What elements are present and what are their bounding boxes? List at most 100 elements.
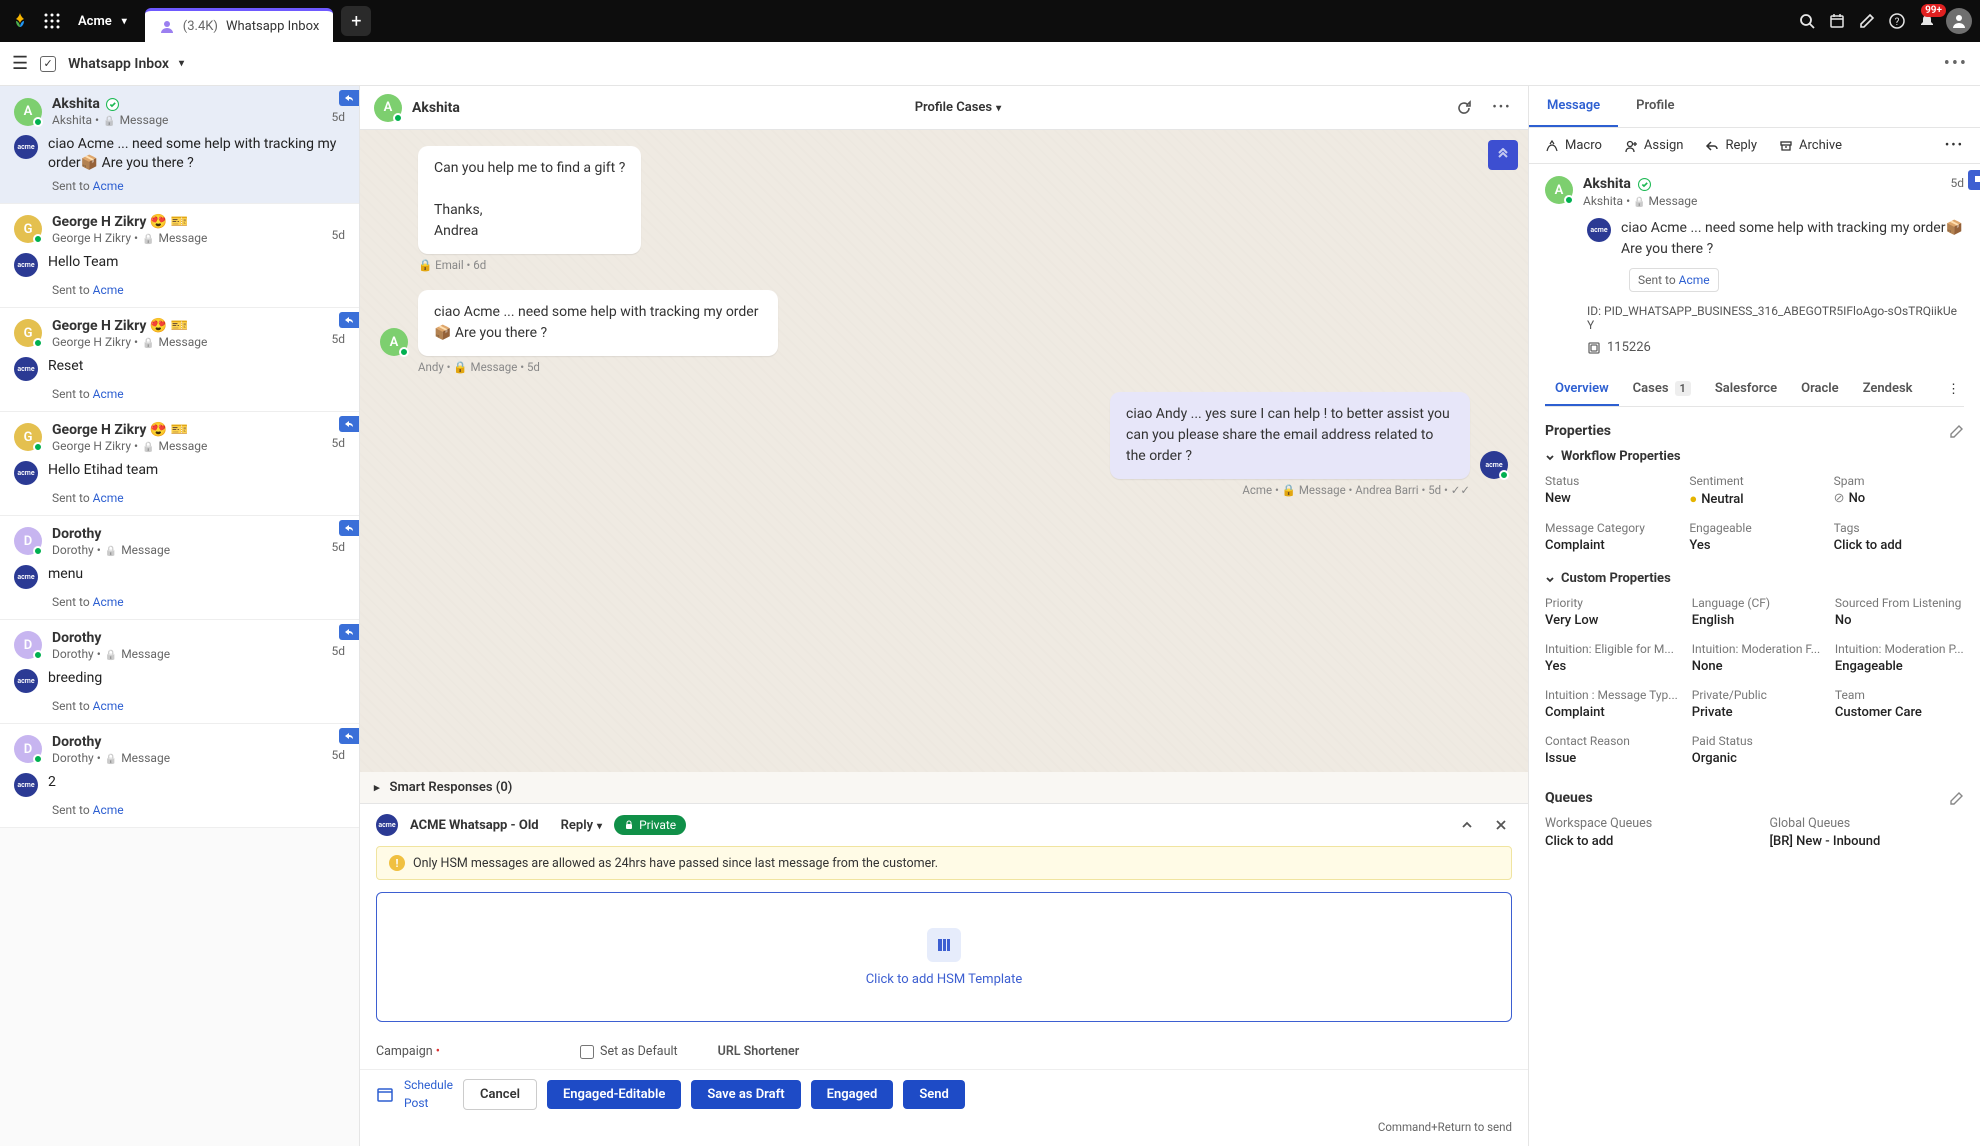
queues-heading: Queues	[1545, 790, 1593, 806]
archive-button[interactable]: Archive	[1779, 138, 1842, 153]
brand-dropdown[interactable]: Acme	[72, 10, 133, 33]
conversation-item[interactable]: 5d D Dorothy Dorothy • Message acme bree…	[0, 620, 359, 724]
message-bubble: ciao Acme ... need some help with tracki…	[418, 290, 778, 356]
notifications-icon[interactable]: 99+	[1912, 6, 1942, 36]
message-meta: Andy • 🔒 Message • 5d	[418, 360, 1508, 374]
smart-responses-toggle[interactable]: Smart Responses (0)	[360, 772, 1528, 803]
inbox-more-icon[interactable]: •••	[1944, 53, 1968, 74]
url-shortener-label: URL Shortener	[718, 1044, 800, 1059]
profile-cases-dropdown[interactable]: Profile Cases	[915, 100, 1001, 115]
schedule-link[interactable]: Schedule	[404, 1078, 453, 1092]
engaged-editable-button[interactable]: Engaged-Editable	[547, 1080, 681, 1109]
conv-message-preview: ciao Acme ... need some help with tracki…	[48, 135, 345, 173]
assign-button[interactable]: Assign	[1624, 138, 1684, 153]
conv-message-preview: Hello Team	[48, 253, 118, 272]
close-composer-icon[interactable]	[1490, 814, 1512, 836]
apps-grid-icon[interactable]	[40, 9, 64, 33]
thread-header: A Akshita Profile Cases •••	[360, 86, 1528, 130]
conv-avatar: G	[14, 423, 42, 451]
warning-icon: !	[389, 855, 405, 871]
conv-sub: Dorothy • Message	[52, 543, 170, 557]
verified-icon	[1638, 178, 1651, 191]
hsm-template-box[interactable]: Click to add HSM Template	[376, 892, 1512, 1022]
conversation-item[interactable]: 5d G George H Zikry 😍 🎫 George H Zikry •…	[0, 412, 359, 516]
conv-avatar: D	[14, 631, 42, 659]
workspace-tab[interactable]: (3.4K) Whatsapp Inbox	[145, 8, 334, 42]
conv-sent-to: Sent to Acme	[52, 595, 345, 609]
workflow-properties-toggle[interactable]: Workflow Properties	[1545, 449, 1964, 464]
detail-avatar: A	[1545, 176, 1573, 204]
inbox-title-dropdown[interactable]: Whatsapp Inbox	[68, 56, 184, 72]
conv-name: George H Zikry 😍 🎫	[52, 214, 207, 230]
tab-profile[interactable]: Profile	[1618, 86, 1692, 127]
campaign-label: Campaign	[376, 1044, 440, 1059]
conversation-list: 5d A Akshita Akshita • Message acme ciao…	[0, 86, 360, 1146]
conversation-item[interactable]: 5d D Dorothy Dorothy • Message acme menu…	[0, 516, 359, 620]
toolbar-more-icon[interactable]: •••	[1945, 138, 1964, 153]
compose-icon[interactable]	[1852, 6, 1882, 36]
post-link[interactable]: Post	[404, 1096, 453, 1110]
search-icon[interactable]	[1792, 6, 1822, 36]
engaged-button[interactable]: Engaged	[811, 1080, 894, 1109]
conversation-item[interactable]: 5d A Akshita Akshita • Message acme ciao…	[0, 86, 359, 204]
conversation-item[interactable]: 5d D Dorothy Dorothy • Message acme 2 Se…	[0, 724, 359, 828]
detail-brand-avatar: acme	[1587, 218, 1611, 242]
hsm-warning: ! Only HSM messages are allowed as 24hrs…	[376, 846, 1512, 880]
subtabs-more-icon[interactable]: ⋮	[1947, 382, 1964, 397]
tab-count: (3.4K)	[183, 19, 218, 34]
detail-contact-name: Akshita	[1583, 176, 1697, 192]
thread-more-icon[interactable]: •••	[1490, 100, 1514, 115]
reply-flag-icon	[339, 520, 359, 536]
user-avatar[interactable]	[1946, 8, 1972, 34]
tags-add[interactable]: Click to add	[1834, 538, 1964, 553]
macro-button[interactable]: Macro	[1545, 138, 1602, 153]
help-icon[interactable]: ?	[1882, 6, 1912, 36]
collapse-composer-icon[interactable]	[1456, 814, 1478, 836]
reply-button[interactable]: Reply	[1705, 138, 1757, 153]
conv-sub: Dorothy • Message	[52, 751, 170, 765]
conv-sent-to: Sent to Acme	[52, 179, 345, 193]
conv-avatar: G	[14, 319, 42, 347]
select-all-checkbox[interactable]: ✓	[40, 56, 56, 72]
brand-avatar: acme	[14, 565, 38, 589]
conversation-item[interactable]: 5d G George H Zikry 😍 🎫 George H Zikry •…	[0, 308, 359, 412]
detail-contact-sub: Akshita • Message	[1583, 194, 1697, 208]
reply-flag-icon	[339, 312, 359, 328]
conv-avatar: D	[14, 735, 42, 763]
cancel-button[interactable]: Cancel	[463, 1079, 537, 1110]
brand-avatar: acme	[14, 461, 38, 485]
workspace-queue-add[interactable]: Click to add	[1545, 834, 1740, 849]
custom-properties-toggle[interactable]: Custom Properties	[1545, 571, 1964, 586]
reply-flag-icon	[339, 624, 359, 640]
subtab-salesforce[interactable]: Salesforce	[1705, 373, 1787, 406]
set-default-checkbox[interactable]: Set as Default	[580, 1044, 678, 1059]
conv-sent-to: Sent to Acme	[52, 387, 345, 401]
brand-avatar: acme	[14, 135, 38, 159]
tab-message[interactable]: Message	[1529, 86, 1618, 127]
flag-button[interactable]	[1968, 170, 1980, 190]
msg-avatar: A	[380, 328, 408, 356]
edit-queues-icon[interactable]	[1950, 791, 1964, 805]
scroll-up-button[interactable]	[1488, 140, 1518, 170]
subtab-oracle[interactable]: Oracle	[1791, 373, 1849, 406]
menu-toggle-icon[interactable]: ☰	[12, 53, 28, 74]
subtab-zendesk[interactable]: Zendesk	[1853, 373, 1923, 406]
msg-brand-avatar: acme	[1480, 451, 1508, 479]
edit-properties-icon[interactable]	[1950, 424, 1964, 438]
conv-sub: George H Zikry • Message	[52, 335, 207, 349]
brand-avatar: acme	[14, 253, 38, 277]
reply-mode-dropdown[interactable]: Reply	[561, 818, 602, 833]
conv-message-preview: menu	[48, 565, 83, 584]
calendar-icon[interactable]	[1822, 6, 1852, 36]
save-draft-button[interactable]: Save as Draft	[691, 1080, 800, 1109]
conversation-item[interactable]: 5d G George H Zikry 😍 🎫 George H Zikry •…	[0, 204, 359, 308]
thread-avatar: A	[374, 94, 402, 122]
subtab-overview[interactable]: Overview	[1545, 373, 1619, 406]
add-tab-button[interactable]: +	[341, 6, 371, 36]
send-button[interactable]: Send	[903, 1080, 965, 1109]
schedule-icon	[376, 1085, 394, 1103]
refresh-icon[interactable]	[1456, 100, 1480, 116]
conv-sub: George H Zikry • Message	[52, 439, 207, 453]
notification-badge: 99+	[1921, 4, 1946, 17]
subtab-cases[interactable]: Cases 1	[1623, 373, 1701, 406]
